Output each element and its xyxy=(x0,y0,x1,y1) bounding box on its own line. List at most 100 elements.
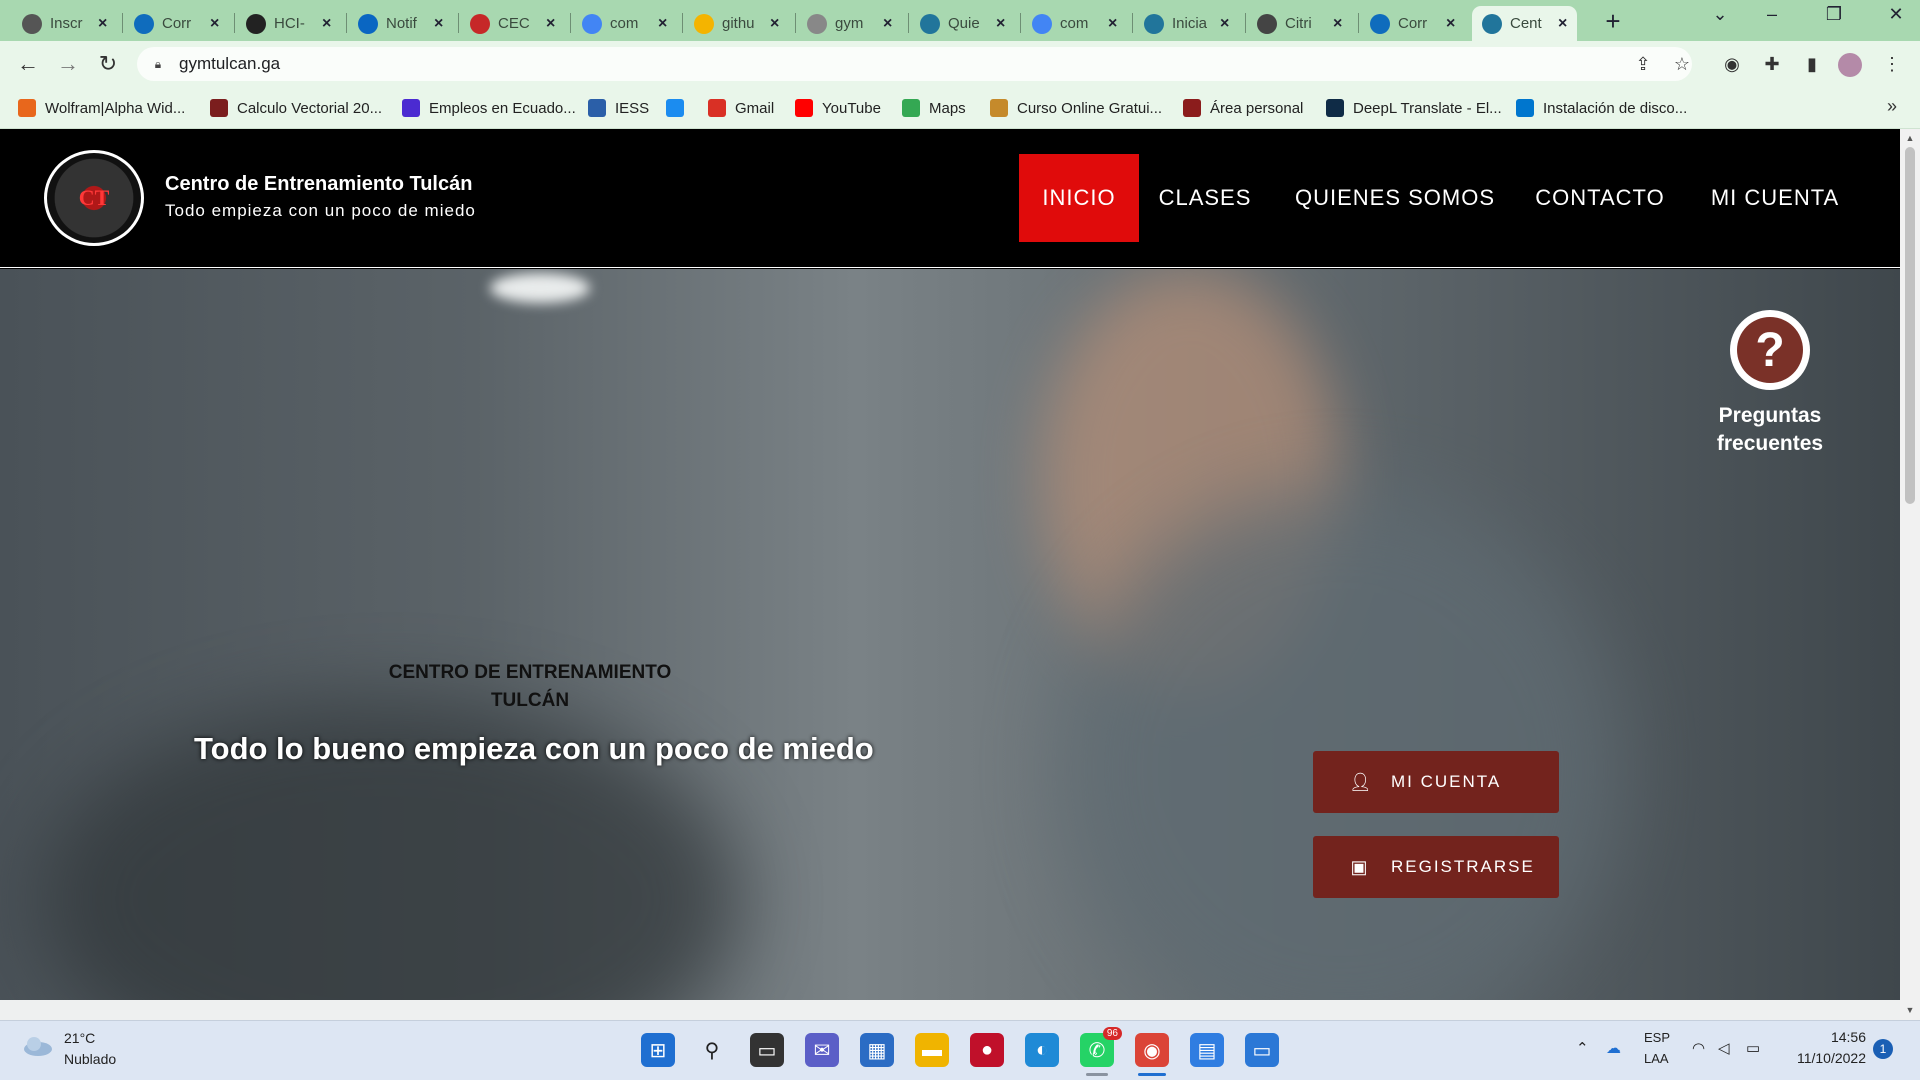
bookmark-item[interactable]: IESS xyxy=(588,99,649,117)
tab-close-icon[interactable]: × xyxy=(883,15,892,33)
onedrive-icon[interactable]: ☁ xyxy=(1606,1039,1621,1057)
battery-icon[interactable]: ▭ xyxy=(1746,1039,1760,1057)
tab-close-icon[interactable]: × xyxy=(770,15,779,33)
weather-temperature[interactable]: 21°C xyxy=(64,1030,95,1046)
page-scrollbar[interactable]: ▲ ▼ xyxy=(1900,129,1920,1020)
cloud-icon[interactable] xyxy=(22,1035,54,1057)
bookmark-item[interactable]: Calculo Vectorial 20... xyxy=(210,99,382,117)
show-hidden-icons[interactable]: ⌃ xyxy=(1576,1039,1589,1057)
volume-icon[interactable]: ◁ xyxy=(1718,1039,1730,1057)
tab[interactable]: Quie × xyxy=(910,6,1015,41)
tab[interactable]: com × xyxy=(1022,6,1127,41)
lock-icon[interactable]: 🔒︎ xyxy=(151,57,165,71)
bookmark-item[interactable]: Área personal xyxy=(1183,99,1303,117)
tab-close-icon[interactable]: × xyxy=(546,15,555,33)
input-language[interactable]: ESP xyxy=(1644,1030,1670,1045)
tab[interactable]: Cent × xyxy=(1472,6,1578,41)
nav-quienes-somos[interactable]: QUIENES SOMOS xyxy=(1290,154,1500,242)
tab[interactable]: githu × xyxy=(684,6,789,41)
bookmark-item[interactable]: DeepL Translate - El... xyxy=(1326,99,1502,117)
nav-mi-cuenta[interactable]: MI CUENTA xyxy=(1700,154,1850,242)
tab-close-icon[interactable]: × xyxy=(1333,15,1342,33)
clock-time[interactable]: 14:56 xyxy=(1780,1029,1866,1045)
tab-close-icon[interactable]: × xyxy=(98,15,107,33)
tab-close-icon[interactable]: × xyxy=(1108,15,1117,33)
bookmark-item[interactable]: Gmail xyxy=(708,99,774,117)
tab-close-icon[interactable]: × xyxy=(996,15,1005,33)
close-window-button[interactable]: ✕ xyxy=(1876,4,1916,25)
tab[interactable]: Corr × xyxy=(1360,6,1465,41)
remote-desktop-icon[interactable]: ▭ xyxy=(1245,1033,1279,1067)
tab[interactable]: Citri × xyxy=(1247,6,1352,41)
tab[interactable]: HCI- × xyxy=(236,6,341,41)
scroll-up-icon[interactable]: ▲ xyxy=(1900,133,1920,143)
registrarse-button[interactable]: ▣ REGISTRARSE xyxy=(1313,836,1559,898)
chrome-icon[interactable]: ◉ xyxy=(1135,1033,1169,1067)
new-tab-button[interactable]: + xyxy=(1599,6,1627,37)
store-icon[interactable]: ▦ xyxy=(860,1033,894,1067)
screen-recorder-icon[interactable]: ● xyxy=(970,1033,1004,1067)
notification-badge[interactable]: 1 xyxy=(1873,1039,1893,1059)
tab-label: com xyxy=(1060,15,1089,32)
search-icon[interactable]: ⚲ xyxy=(695,1033,729,1067)
tab[interactable]: Notif × xyxy=(348,6,453,41)
tab-search-icon[interactable]: ⌄ xyxy=(1700,4,1740,25)
tab-close-icon[interactable]: × xyxy=(1446,15,1455,33)
bookmark-item[interactable]: Curso Online Gratui... xyxy=(990,99,1162,117)
puzzle-icon[interactable]: ✚ xyxy=(1760,54,1784,75)
profile-avatar[interactable] xyxy=(1838,53,1862,77)
mi-cuenta-button[interactable]: 👤︎ MI CUENTA xyxy=(1313,751,1559,813)
tab[interactable]: Inscr × xyxy=(12,6,117,41)
extension-icon[interactable]: ◉ xyxy=(1720,54,1744,75)
nav-clases[interactable]: CLASES xyxy=(1150,154,1260,242)
file-explorer-icon[interactable]: ▬ xyxy=(915,1033,949,1067)
weather-condition[interactable]: Nublado xyxy=(64,1051,116,1067)
nav-contacto[interactable]: CONTACTO xyxy=(1530,154,1670,242)
tab[interactable]: CEC × xyxy=(460,6,565,41)
bookmark-item[interactable]: Wolfram|Alpha Wid... xyxy=(18,99,185,117)
site-logo[interactable]: CT xyxy=(44,150,144,246)
bookmark-item[interactable]: YouTube xyxy=(795,99,881,117)
bookmark-item[interactable] xyxy=(666,99,693,117)
brand-title[interactable]: Centro de Entrenamiento Tulcán xyxy=(165,173,472,196)
bookmark-item[interactable]: Instalación de disco... xyxy=(1516,99,1687,117)
bookmark-item[interactable]: Empleos en Ecuado... xyxy=(402,99,576,117)
tab-close-icon[interactable]: × xyxy=(434,15,443,33)
bookmark-star-icon[interactable]: ☆ xyxy=(1670,54,1694,75)
start-icon[interactable]: ⊞ xyxy=(641,1033,675,1067)
whatsapp-icon[interactable]: ✆ 96 xyxy=(1080,1027,1122,1067)
task-view-icon[interactable]: ▭ xyxy=(750,1033,784,1067)
scroll-thumb[interactable] xyxy=(1905,147,1915,504)
bookmark-item[interactable]: Maps xyxy=(902,99,966,117)
clock-date[interactable]: 11/10/2022 xyxy=(1780,1050,1866,1066)
tab-close-icon[interactable]: × xyxy=(658,15,667,33)
teams-chat-icon[interactable]: ✉ xyxy=(805,1033,839,1067)
tab[interactable]: Inicia × xyxy=(1134,6,1239,41)
nav-inicio[interactable]: INICIO xyxy=(1019,154,1139,242)
input-layout[interactable]: LAA xyxy=(1644,1051,1669,1066)
more-bookmarks-icon[interactable]: » xyxy=(1880,96,1904,117)
edge-icon[interactable]: ◐ xyxy=(1025,1033,1059,1067)
question-icon[interactable]: ? xyxy=(1730,310,1810,390)
menu-icon[interactable]: ⋮ xyxy=(1880,54,1904,75)
side-panel-icon[interactable]: ▮ xyxy=(1800,54,1824,75)
notepad-icon[interactable]: ▤ xyxy=(1190,1033,1224,1067)
address-bar[interactable]: 🔒︎ gymtulcan.ga xyxy=(137,47,1692,81)
tab[interactable]: Corr × xyxy=(124,6,229,41)
forward-icon[interactable]: → xyxy=(52,51,84,77)
tab[interactable]: com × xyxy=(572,6,677,41)
tab-label: Notif xyxy=(386,15,417,32)
tab-close-icon[interactable]: × xyxy=(1220,15,1229,33)
tab[interactable]: gym × xyxy=(797,6,902,41)
faq-label[interactable]: Preguntas frecuentes xyxy=(1690,402,1850,458)
wifi-icon[interactable]: ◠ xyxy=(1692,1039,1705,1057)
share-icon[interactable]: ⇪ xyxy=(1631,54,1655,75)
back-icon[interactable]: ← xyxy=(12,51,44,77)
tab-close-icon[interactable]: × xyxy=(322,15,331,33)
tab-close-icon[interactable]: × xyxy=(210,15,219,33)
reload-icon[interactable]: ↻ xyxy=(92,51,124,77)
tab-close-icon[interactable]: × xyxy=(1558,15,1567,33)
restore-button[interactable]: ❐ xyxy=(1814,4,1854,25)
scroll-down-icon[interactable]: ▼ xyxy=(1900,1005,1920,1015)
minimize-button[interactable]: – xyxy=(1752,4,1792,25)
